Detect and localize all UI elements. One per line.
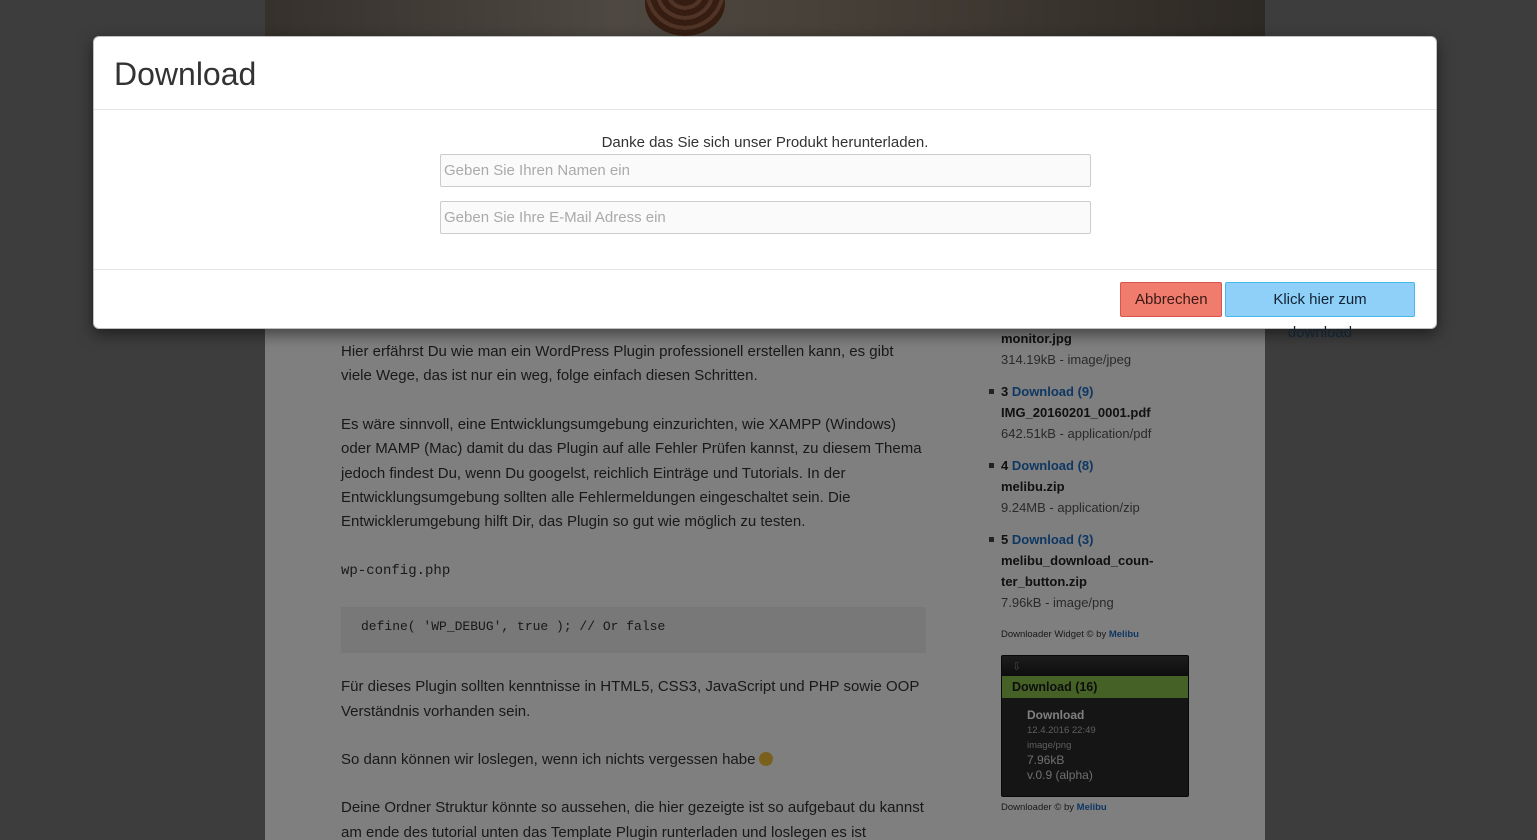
email-input[interactable] — [440, 201, 1091, 234]
name-input[interactable] — [440, 154, 1091, 187]
download-button[interactable]: Klick hier zum download — [1225, 282, 1415, 341]
download-modal: Download Danke das Sie sich unser Produk… — [93, 36, 1437, 341]
modal-body: Danke das Sie sich unser Produkt herunte… — [94, 110, 1436, 270]
cancel-button[interactable]: Abbrechen — [1120, 282, 1222, 317]
modal-title: Download — [114, 56, 257, 92]
modal-header: Download — [94, 37, 1436, 110]
modal-intro-text: Danke das Sie sich unser Produkt herunte… — [601, 134, 929, 151]
modal-footer: Abbrechen Klick hier zum download — [94, 270, 1436, 341]
